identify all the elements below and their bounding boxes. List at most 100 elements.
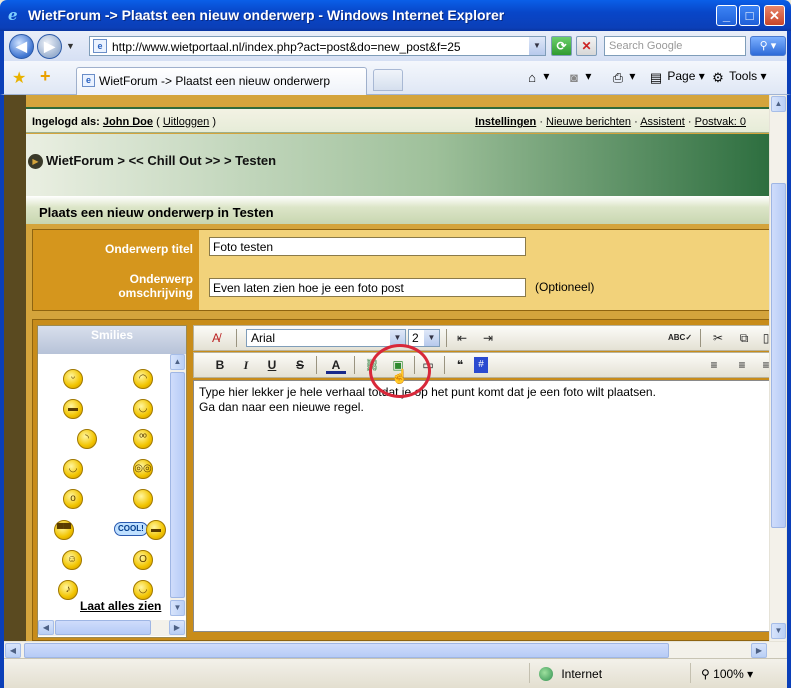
smiley-eyes-icon[interactable]: ºº bbox=[133, 429, 153, 449]
toolbar-separator bbox=[700, 329, 701, 347]
page-scroll-left-arrow-icon[interactable]: ◀ bbox=[5, 643, 21, 658]
breadcrumb[interactable]: WietForum > << Chill Out >> > Testen bbox=[46, 153, 276, 168]
smilies-horizontal-scrollbar[interactable]: ◀ ▶ bbox=[38, 620, 186, 636]
smiley-wink-icon[interactable]: ◝ bbox=[77, 429, 97, 449]
new-posts-link[interactable]: Nieuwe berichten bbox=[546, 116, 631, 128]
smiley-grin-icon[interactable]: ▬ bbox=[63, 399, 83, 419]
search-button[interactable]: ⚲ ▾ bbox=[750, 36, 786, 56]
show-all-smilies-link[interactable]: Laat alles zien bbox=[80, 599, 161, 613]
address-field[interactable]: e http://www.wietportaal.nl/index.php?ac… bbox=[89, 36, 546, 56]
tools-menu[interactable]: ⚙ Tools ▾ bbox=[710, 69, 766, 85]
smilies-vertical-scrollbar[interactable]: ▲ ▼ bbox=[170, 354, 186, 616]
post-body-editor[interactable]: Type hier lekker je hele verhaal totdat … bbox=[193, 380, 770, 632]
description-input[interactable]: Even laten zien hoe je een foto post bbox=[209, 278, 526, 297]
page-hscroll-thumb[interactable] bbox=[24, 643, 669, 658]
top-band bbox=[26, 95, 770, 107]
back-button[interactable]: ◀ bbox=[9, 34, 34, 59]
forward-button[interactable]: ▶ bbox=[37, 34, 62, 59]
smiley-glasses-icon[interactable]: ◎◎ bbox=[133, 459, 153, 479]
align-center-icon[interactable]: ≡ bbox=[732, 356, 752, 374]
page-left-border bbox=[4, 95, 26, 641]
magnifier-icon: ⚲ bbox=[701, 667, 710, 681]
form-header: Plaats een nieuw onderwerp in Testen bbox=[26, 196, 770, 226]
strikethrough-icon[interactable]: S bbox=[290, 356, 310, 374]
smiley-sleepy-icon[interactable]: ᵕ bbox=[63, 369, 83, 389]
favorites-star-icon[interactable]: ★ bbox=[12, 68, 26, 88]
page-horizontal-scrollbar[interactable]: ◀ ▶ bbox=[4, 641, 786, 658]
tools-menu-label: Tools bbox=[729, 69, 758, 83]
scroll-down-arrow-icon[interactable]: ▼ bbox=[170, 600, 185, 616]
size-dropdown-icon[interactable]: ▼ bbox=[424, 330, 439, 346]
search-input[interactable]: Search Google bbox=[604, 36, 746, 56]
smiley-thumbsup-icon[interactable]: ☺ bbox=[62, 550, 82, 570]
scroll-thumb[interactable] bbox=[170, 372, 185, 598]
page-scroll-down-arrow-icon[interactable]: ▼ bbox=[771, 623, 786, 639]
inbox-link[interactable]: Postvak: 0 bbox=[695, 116, 746, 128]
page-scroll-up-arrow-icon[interactable]: ▲ bbox=[771, 96, 786, 112]
maximize-button[interactable]: □ bbox=[739, 5, 760, 26]
smiley-laugh-icon[interactable]: ◡ bbox=[63, 459, 83, 479]
size-select[interactable]: 2 ▼ bbox=[408, 329, 440, 347]
smiley-shout-icon[interactable]: O bbox=[133, 550, 153, 570]
security-zone[interactable]: Internet bbox=[539, 667, 602, 681]
page-menu[interactable]: ▤ Page ▾ bbox=[648, 69, 705, 85]
optional-label: (Optioneel) bbox=[535, 280, 595, 294]
align-right-icon[interactable]: ≡ bbox=[756, 356, 770, 374]
refresh-button[interactable]: ⟳ bbox=[551, 36, 572, 56]
hscroll-thumb[interactable] bbox=[55, 620, 151, 635]
description-label-line1: Onderwerp bbox=[129, 272, 193, 286]
indent-icon[interactable]: ⇥ bbox=[478, 329, 498, 347]
bold-icon[interactable]: B bbox=[210, 356, 230, 374]
smiley-smile-icon[interactable]: ◡ bbox=[133, 580, 153, 600]
outdent-icon[interactable]: ⇤ bbox=[452, 329, 472, 347]
spellcheck-icon[interactable]: ABC✓ bbox=[668, 329, 692, 347]
underline-icon[interactable]: U bbox=[262, 356, 282, 374]
stop-button[interactable]: ✕ bbox=[576, 36, 597, 56]
page-scroll-right-arrow-icon[interactable]: ▶ bbox=[751, 643, 767, 658]
add-favorite-icon[interactable]: + bbox=[40, 66, 51, 87]
feeds-button[interactable]: ◙ ▾ bbox=[566, 69, 591, 85]
smiley-blank-icon[interactable] bbox=[133, 489, 153, 509]
printer-icon: ⎙ bbox=[612, 70, 624, 85]
settings-link[interactable]: Instellingen bbox=[475, 116, 536, 128]
copy-icon[interactable]: ⧉ bbox=[734, 329, 754, 347]
rss-icon: ◙ bbox=[570, 70, 578, 85]
page-scroll-thumb[interactable] bbox=[771, 183, 786, 528]
logout-link[interactable]: Uitloggen bbox=[163, 116, 209, 128]
text-color-icon[interactable]: A bbox=[326, 356, 346, 374]
smiley-singing-icon[interactable]: ♪ bbox=[58, 580, 78, 600]
assistant-link[interactable]: Assistent bbox=[640, 116, 685, 128]
scroll-right-arrow-icon[interactable]: ▶ bbox=[169, 620, 185, 635]
smiley-sad-icon[interactable]: ◠ bbox=[133, 369, 153, 389]
font-select[interactable]: Arial ▼ bbox=[246, 329, 406, 347]
minimize-button[interactable]: _ bbox=[716, 5, 737, 26]
cut-icon[interactable]: ✂ bbox=[708, 329, 728, 347]
smiley-tongue-icon[interactable]: ◡ bbox=[133, 399, 153, 419]
new-tab-button[interactable] bbox=[373, 69, 403, 91]
zoom-control[interactable]: ⚲ 100% ▾ bbox=[701, 667, 753, 681]
print-button[interactable]: ⎙ ▾ bbox=[610, 69, 636, 85]
smiley-surprised-icon[interactable]: o bbox=[63, 489, 83, 509]
history-dropdown-icon[interactable]: ▼ bbox=[66, 41, 75, 51]
remove-format-icon[interactable]: A̸ bbox=[206, 329, 226, 347]
username-link[interactable]: John Doe bbox=[103, 116, 153, 128]
page-vertical-scrollbar[interactable]: ▲ ▼ bbox=[769, 95, 786, 641]
tab-wietforum[interactable]: e WietForum -> Plaatst een nieuw onderwe… bbox=[76, 67, 367, 95]
field-column: Foto testen Even laten zien hoe je een f… bbox=[199, 230, 770, 310]
close-button[interactable]: ✕ bbox=[764, 5, 785, 26]
smiley-cool-glasses-icon[interactable]: ▀▀ bbox=[54, 520, 74, 540]
address-dropdown-icon[interactable]: ▼ bbox=[529, 37, 545, 55]
italic-icon[interactable]: I bbox=[236, 356, 256, 374]
code-icon[interactable]: # bbox=[474, 357, 488, 373]
zone-label: Internet bbox=[561, 667, 603, 681]
smiley-cool-icon[interactable]: ▬ bbox=[146, 520, 166, 540]
subject-input[interactable]: Foto testen bbox=[209, 237, 526, 256]
scroll-up-arrow-icon[interactable]: ▲ bbox=[170, 354, 185, 370]
post-body-line: Type hier lekker je hele verhaal totdat … bbox=[199, 385, 656, 399]
home-button[interactable]: ⌂ ▾ bbox=[524, 69, 549, 85]
scroll-left-arrow-icon[interactable]: ◀ bbox=[38, 620, 54, 635]
align-left-icon[interactable]: ≡ bbox=[704, 356, 724, 374]
quote-icon[interactable]: ❝ bbox=[450, 356, 470, 374]
paste-icon[interactable]: ▯ bbox=[756, 329, 770, 347]
login-info: Ingelogd als: John Doe ( Uitloggen ) bbox=[32, 116, 217, 128]
